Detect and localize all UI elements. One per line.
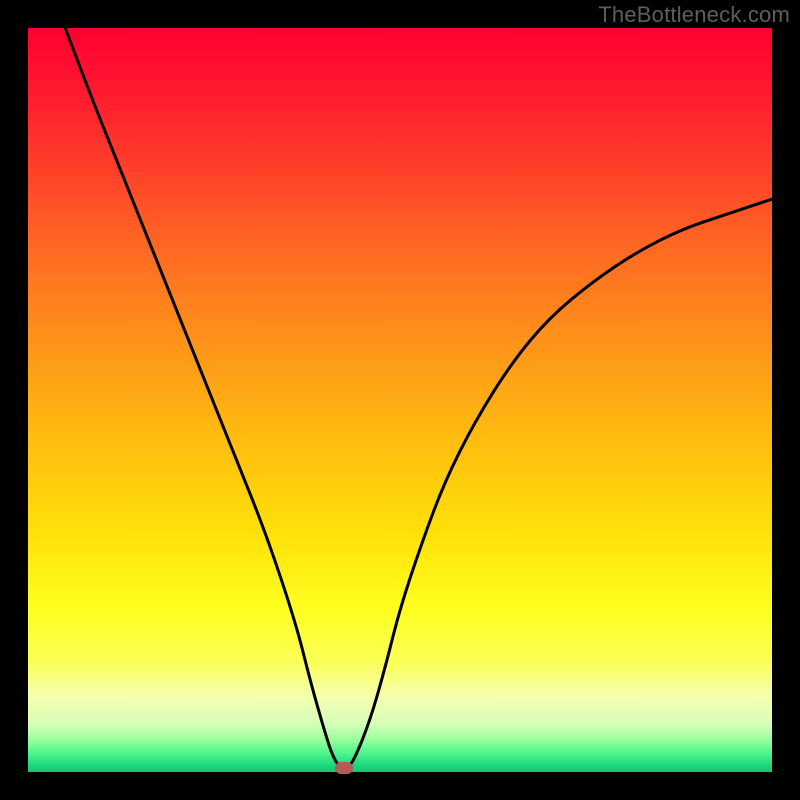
chart-svg <box>28 28 772 772</box>
watermark-text: TheBottleneck.com <box>598 2 790 28</box>
plot-area <box>28 28 772 772</box>
chart-frame: TheBottleneck.com <box>0 0 800 800</box>
gradient-rect <box>28 28 772 772</box>
optimal-point-marker <box>335 762 353 774</box>
